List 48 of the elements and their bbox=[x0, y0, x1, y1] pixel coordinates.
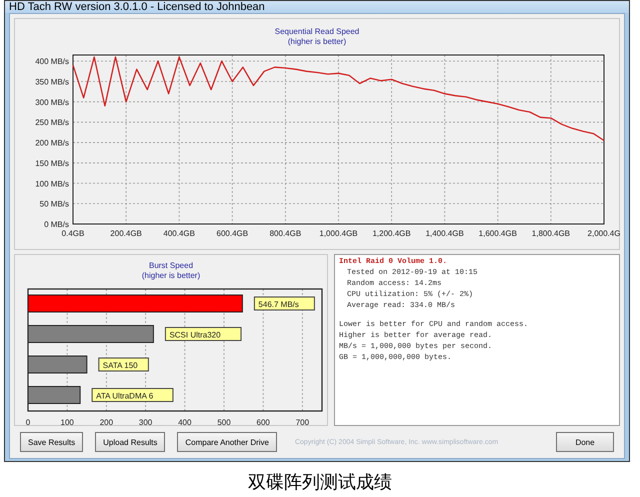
chart-title: Burst Speed bbox=[148, 261, 194, 271]
window-title: HD Tach RW version 3.0.1.0 - Licensed to Johnbean bbox=[9, 1, 265, 13]
x-tick-label: 1,000.4GB bbox=[319, 229, 358, 238]
x-tick-label: 0.4GB bbox=[62, 229, 84, 238]
x-tick-label: 100 bbox=[60, 418, 74, 427]
bar bbox=[28, 356, 88, 374]
y-tick-label: 100 MB/s bbox=[35, 179, 69, 188]
y-tick-label: ATA UltraDMA 6 bbox=[96, 392, 154, 400]
action-button[interactable]: Compare Another Drive bbox=[177, 432, 277, 452]
bar bbox=[28, 386, 81, 404]
bar-label-tag: SATA 150 bbox=[98, 358, 149, 372]
x-tick-label: 400 bbox=[178, 418, 192, 427]
bar-label-tag: 546.7 MB/s bbox=[254, 296, 315, 310]
x-tick-label: 200 bbox=[100, 418, 114, 427]
y-tick-label: 50 MB/s bbox=[40, 200, 69, 209]
x-tick-label: 300 bbox=[138, 418, 152, 427]
y-tick-label: 200 MB/s bbox=[35, 138, 69, 148]
bar-label-tag: ATA UltraDMA 6 bbox=[92, 388, 174, 402]
x-tick-label: 2,000.4G bbox=[588, 229, 620, 238]
caption: 双碟阵列测试成绩 bbox=[247, 471, 393, 494]
x-tick-label: 1,400.4GB bbox=[426, 229, 464, 238]
x-tick-label: 400.4GB bbox=[163, 229, 195, 238]
y-tick-label: SCSI Ultra320 bbox=[169, 330, 222, 340]
y-tick-label: SATA 150 bbox=[102, 361, 138, 370]
chart-subtitle: (higher is better) bbox=[142, 271, 200, 281]
x-tick-label: 1,200.4GB bbox=[372, 229, 411, 238]
x-tick-label: 500 bbox=[217, 418, 231, 427]
chart-subtitle: (higher is better) bbox=[288, 37, 346, 47]
y-tick-label: 350 MB/s bbox=[35, 77, 69, 86]
x-tick-label: 1,600.4GB bbox=[478, 229, 517, 238]
x-tick-label: 700 bbox=[296, 418, 310, 427]
action-button[interactable]: Save Results bbox=[20, 432, 84, 452]
done-button[interactable]: Done bbox=[556, 432, 614, 452]
y-tick-label: 150 MB/s bbox=[35, 158, 69, 168]
x-tick-label: 800.4GB bbox=[270, 229, 302, 238]
action-button[interactable]: Upload Results bbox=[95, 432, 166, 452]
y-tick-label: 400 MB/s bbox=[35, 57, 69, 66]
x-tick-label: 600.4GB bbox=[216, 229, 248, 238]
y-tick-label: 546.7 MB/s bbox=[258, 300, 299, 309]
x-tick-label: 600 bbox=[256, 418, 270, 427]
y-tick-label: 300 MB/s bbox=[35, 98, 69, 107]
chart-title: Sequential Read Speed bbox=[274, 27, 360, 37]
x-tick-label: 1,800.4GB bbox=[532, 229, 570, 238]
bar-label-tag: SCSI Ultra320 bbox=[164, 327, 242, 341]
y-tick-label: 0 MB/s bbox=[44, 220, 69, 229]
y-tick-label: 250 MB/s bbox=[35, 118, 69, 128]
x-tick-label: 200.4GB bbox=[110, 229, 142, 238]
x-tick-label: 0 bbox=[26, 418, 30, 427]
